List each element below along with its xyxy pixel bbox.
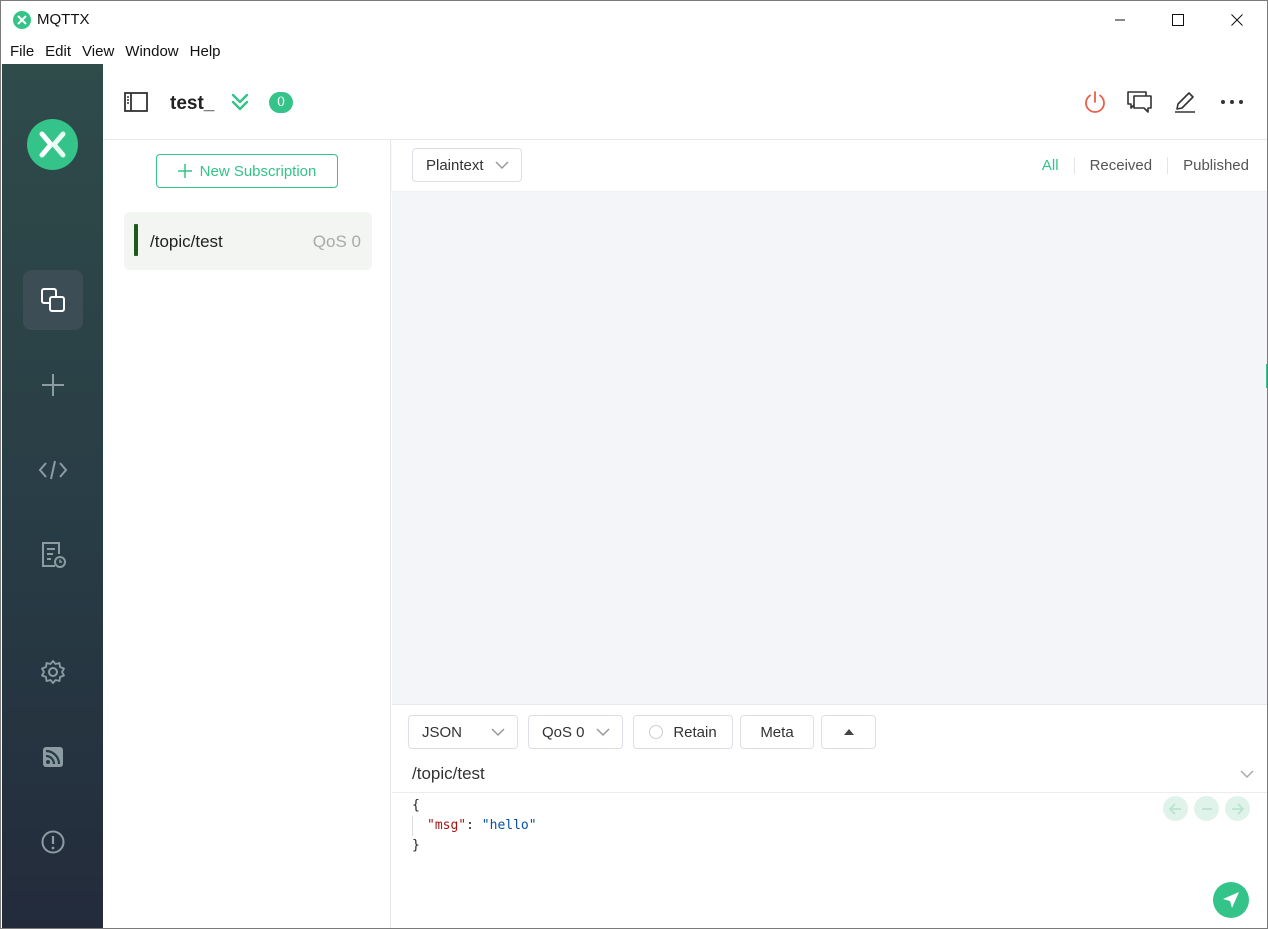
connection-header: test_ 0 — [103, 64, 1267, 140]
sidebar-toggle-icon — [124, 92, 148, 112]
send-button[interactable] — [1213, 882, 1249, 918]
disconnect-button[interactable] — [1082, 89, 1108, 115]
window-title: MQTTX — [37, 11, 90, 28]
arrow-left-icon — [1169, 802, 1181, 815]
subscription-topic: /topic/test — [150, 232, 223, 251]
title-bar: MQTTX — [1, 1, 1267, 39]
message-filter-tabs: All Received Published — [1027, 157, 1249, 174]
menu-window[interactable]: Window — [120, 39, 183, 64]
rss-icon — [43, 747, 63, 767]
retain-radio[interactable] — [649, 725, 664, 739]
new-subscription-label: New Subscription — [199, 162, 317, 180]
messages-list[interactable] — [392, 192, 1267, 704]
publish-qos-select[interactable]: QoS 0 — [528, 715, 623, 749]
filter-published[interactable]: Published — [1167, 157, 1249, 174]
arrow-right-icon — [1232, 802, 1244, 815]
edit-connection-button[interactable] — [1172, 89, 1198, 115]
send-icon — [1223, 892, 1239, 908]
meta-label: Meta — [760, 723, 794, 741]
minimize-button[interactable] — [1091, 1, 1149, 39]
double-chevron-down-icon — [231, 93, 249, 111]
menu-bar: File Edit View Window Help — [1, 39, 1267, 64]
mqttx-app-icon — [13, 11, 31, 29]
menu-edit[interactable]: Edit — [40, 39, 76, 64]
publish-qos-value: QoS 0 — [542, 723, 585, 741]
menu-view[interactable]: View — [77, 39, 119, 64]
nav-connections[interactable] — [23, 270, 83, 330]
publish-format-value: JSON — [422, 723, 463, 741]
nav-feed[interactable] — [23, 727, 83, 787]
caret-up-icon — [843, 729, 854, 735]
chevron-down-icon — [495, 161, 509, 170]
filter-all[interactable]: All — [1027, 157, 1074, 174]
logo-x-icon — [39, 131, 66, 158]
retain-toggle[interactable]: Retain — [633, 715, 733, 749]
more-dots-icon — [1221, 100, 1243, 104]
close-window-button[interactable] — [1208, 1, 1266, 39]
pencil-icon — [1175, 92, 1195, 113]
publish-panel: JSON QoS 0 Retain Meta /topic/test {"ms… — [392, 704, 1267, 928]
close-icon — [1231, 14, 1243, 26]
payload-key: "msg" — [427, 818, 467, 833]
subscription-color-bar — [134, 224, 138, 256]
subscription-qos: QoS 0 — [312, 232, 361, 251]
plus-icon — [177, 164, 192, 178]
meta-button[interactable]: Meta — [740, 715, 814, 749]
minus-icon — [1201, 807, 1212, 810]
nav-about[interactable] — [23, 812, 83, 872]
new-subscription-button[interactable]: New Subscription — [156, 154, 338, 188]
publish-format-select[interactable]: JSON — [408, 715, 518, 749]
subscription-item[interactable]: /topic/test QoS 0 — [124, 212, 372, 270]
payload-value: "hello" — [481, 818, 537, 833]
nav-log[interactable] — [23, 525, 83, 585]
left-nav — [2, 64, 103, 928]
chevron-down-icon — [596, 728, 610, 737]
history-prev-button[interactable] — [1163, 796, 1188, 821]
more-options-button[interactable] — [1219, 89, 1245, 115]
payload-line-2: "msg": "hello" — [412, 816, 537, 836]
retain-label: Retain — [673, 723, 717, 741]
publish-divider — [392, 792, 1267, 793]
menu-file[interactable]: File — [5, 39, 39, 64]
topic-history-chevron-icon[interactable] — [1240, 769, 1254, 779]
filter-received[interactable]: Received — [1073, 157, 1168, 174]
expand-collapse-button[interactable] — [227, 89, 253, 115]
maximize-button[interactable] — [1149, 1, 1207, 39]
connection-name: test_ — [170, 93, 215, 114]
payload-line-3: } — [412, 838, 420, 853]
nav-settings[interactable] — [23, 642, 83, 702]
payload-line-1: { — [412, 798, 420, 813]
nav-new-connection[interactable] — [23, 355, 83, 415]
code-icon — [38, 460, 68, 480]
toggle-subscriptions-button[interactable] — [123, 89, 149, 115]
chevron-down-icon — [491, 728, 505, 737]
app-window: MQTTX File Edit View Window Help test_ 0… — [0, 0, 1268, 929]
gear-icon — [41, 660, 65, 684]
plus-icon — [42, 374, 64, 396]
message-count-badge: 0 — [269, 92, 293, 113]
subscriptions-pane: New Subscription /topic/test QoS 0 — [103, 140, 391, 928]
payload-editor[interactable]: { "msg": "hello" } — [412, 796, 537, 856]
menu-help[interactable]: Help — [185, 39, 226, 64]
log-icon — [42, 542, 66, 568]
minimize-icon — [1115, 19, 1125, 21]
publish-topic-input[interactable]: /topic/test — [412, 764, 485, 784]
chat-windows-icon — [1127, 91, 1152, 113]
payload-format-value: Plaintext — [426, 156, 484, 174]
nav-script[interactable] — [23, 440, 83, 500]
history-navigation — [1163, 796, 1250, 821]
payload-format-select[interactable]: Plaintext — [412, 148, 522, 182]
maximize-icon — [1172, 14, 1184, 26]
new-window-button[interactable] — [1127, 89, 1153, 115]
messages-toolbar: Plaintext All Received Published — [392, 140, 1267, 192]
history-clear-button[interactable] — [1194, 796, 1219, 821]
history-next-button[interactable] — [1225, 796, 1250, 821]
toggle-editor-button[interactable] — [821, 715, 876, 749]
mqttx-logo — [27, 119, 78, 170]
power-icon — [1085, 91, 1105, 113]
connections-icon — [41, 288, 65, 312]
info-icon — [41, 830, 65, 854]
